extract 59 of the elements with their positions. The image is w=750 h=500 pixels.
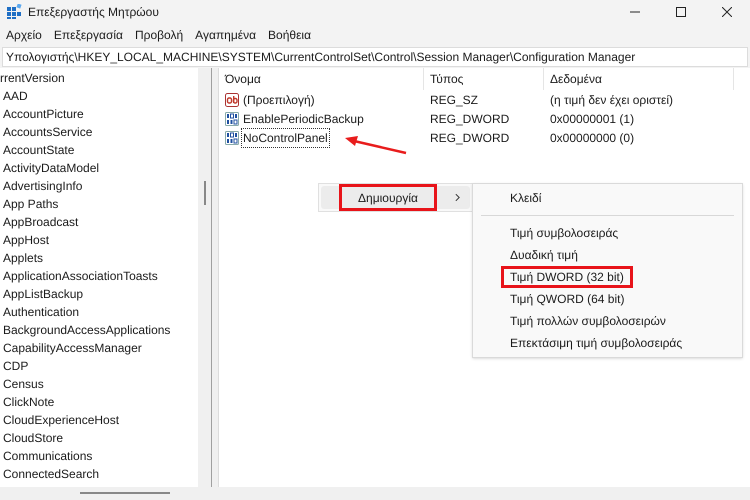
- tree-item[interactable]: Authentication: [0, 303, 198, 321]
- value-row[interactable]: EnablePeriodicBackup REG_DWORD 0x00000001 (1): [219, 109, 750, 128]
- tree-item[interactable]: ApplicationAssociationToasts: [0, 267, 198, 285]
- tree-item[interactable]: AAD: [0, 87, 198, 105]
- registry-app-icon: [6, 4, 22, 20]
- menu-item[interactable]: Αρχείο: [2, 26, 46, 44]
- value-name[interactable]: NoControlPanel: [241, 128, 330, 148]
- window-title: Επεξεργαστής Μητρώου: [28, 4, 159, 21]
- value-type: REG_SZ: [429, 92, 480, 108]
- submenu-item[interactable]: Δυαδική τιμή: [501, 244, 587, 266]
- value-name[interactable]: (Προεπιλογή): [241, 90, 317, 110]
- string-value-icon: [225, 92, 239, 106]
- binary-value-icon: [225, 130, 239, 144]
- scrollbar-thumb[interactable]: [80, 492, 170, 494]
- tree-item[interactable]: ConnectedSearch: [0, 465, 198, 483]
- value-data: 0x00000000 (0): [549, 130, 634, 146]
- menu-item[interactable]: Βοήθεια: [264, 26, 316, 44]
- maximize-icon: [676, 7, 686, 17]
- tree-item[interactable]: Applets: [0, 249, 198, 267]
- tree-item[interactable]: BackgroundAccessApplications: [0, 321, 198, 339]
- submenu-item[interactable]: Επεκτάσιμη τιμή συμβολοσειράς: [501, 332, 692, 354]
- context-menu-item[interactable]: Δημιουργία: [321, 186, 470, 209]
- close-icon: [722, 7, 732, 17]
- value-data: (η τιμή δεν έχει οριστεί): [549, 92, 674, 108]
- tree-item[interactable]: AppBroadcast: [0, 213, 198, 231]
- tree-item[interactable]: CloudExperienceHost: [0, 411, 198, 429]
- value-name[interactable]: EnablePeriodicBackup: [241, 108, 366, 128]
- submenu-item[interactable]: Τιμή DWORD (32 bit): [501, 266, 633, 288]
- tree-item[interactable]: CDP: [0, 357, 198, 375]
- tree-item[interactable]: AdvertisingInfo: [0, 177, 198, 195]
- submenu-item[interactable]: Κλειδί: [501, 187, 550, 209]
- value-row[interactable]: (Προεπιλογή) REG_SZ (η τιμή δεν έχει οριστεί): [219, 90, 750, 109]
- tree-item[interactable]: AccountsService: [0, 123, 198, 141]
- tree-item[interactable]: ActivityDataModel: [0, 159, 198, 177]
- tree-item[interactable]: CloudStore: [0, 429, 198, 447]
- submenu-item[interactable]: Τιμή συμβολοσειράς: [501, 222, 628, 244]
- binary-value-icon: [225, 112, 239, 126]
- tree-item[interactable]: Communications: [0, 447, 198, 465]
- tree-item[interactable]: AccountPicture: [0, 105, 198, 123]
- column-header[interactable]: Όνομα: [219, 68, 424, 90]
- tree-item[interactable]: App Paths: [0, 195, 198, 213]
- submenu-item[interactable]: Τιμή πολλών συμβολοσειρών: [501, 310, 675, 332]
- column-header[interactable]: Τύπος: [424, 68, 544, 90]
- address-field[interactable]: Υπολογιστής\HKEY_LOCAL_MACHINE\SYSTEM\CurrentControlSet\Control\Session Manager\Configuration Manager: [2, 47, 748, 67]
- tree-item[interactable]: ClickNote: [0, 393, 198, 411]
- menu-item[interactable]: Αγαπημένα: [191, 26, 260, 44]
- tree-item[interactable]: rrentVersion: [0, 69, 198, 87]
- tree-item[interactable]: AccountState: [0, 141, 198, 159]
- menu-item[interactable]: Προβολή: [130, 26, 188, 44]
- tree-item[interactable]: AppHost: [0, 231, 198, 249]
- value-type: REG_DWORD: [429, 110, 510, 128]
- submenu-item[interactable]: Τιμή QWORD (64 bit): [501, 288, 634, 310]
- tree-item[interactable]: AppListBackup: [0, 285, 198, 303]
- value-data: 0x00000001 (1): [549, 110, 634, 128]
- tree-item[interactable]: CapabilityAccessManager: [0, 339, 198, 357]
- tree-item[interactable]: Census: [0, 375, 198, 393]
- value-type: REG_DWORD: [429, 130, 510, 146]
- column-header[interactable]: Δεδομένα: [544, 68, 734, 90]
- menu-item[interactable]: Επεξεργασία: [50, 26, 127, 44]
